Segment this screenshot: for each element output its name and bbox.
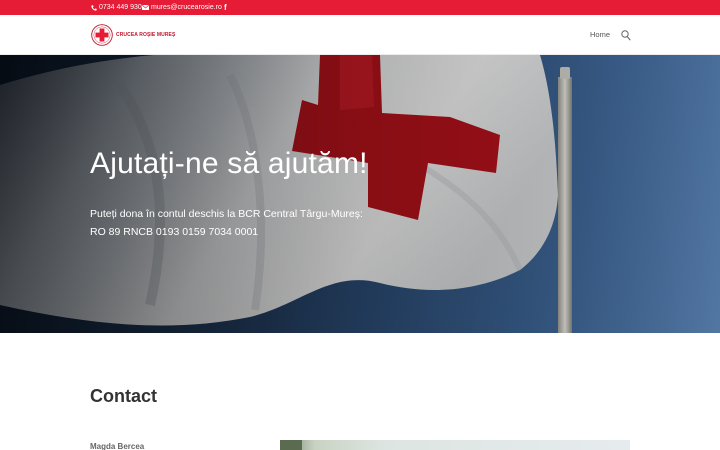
hero-banner: Ajutați-ne să ajutăm! Puteți dona în con…: [0, 55, 720, 333]
email-contact[interactable]: mures@crucearosie.ro: [142, 0, 222, 15]
search-icon[interactable]: [621, 30, 631, 41]
phone-contact[interactable]: 0734 449 930: [91, 0, 142, 15]
tree-shape: [280, 440, 302, 450]
phone-icon: [91, 4, 97, 11]
envelope-icon: [142, 5, 149, 10]
facebook-link[interactable]: f: [224, 0, 227, 15]
iban-number: RO 89 RNCB 0193 0159 7034 0001: [90, 226, 259, 238]
phone-number: 0734 449 930: [99, 4, 142, 11]
hero-title: Ajutați-ne să ajutăm!: [90, 147, 368, 180]
nav-home-link[interactable]: Home: [590, 30, 610, 40]
red-cross-flag-image: [0, 55, 720, 333]
logo-text: CRUCEA ROȘIE MUREȘ: [116, 32, 176, 38]
donation-text: Puteți dona în contul deschis la BCR Cen…: [90, 208, 363, 220]
top-bar: 0734 449 930 mures@crucearosie.ro f: [0, 0, 720, 15]
email-address: mures@crucearosie.ro: [151, 4, 222, 11]
contact-person-name: Magda Bercea: [90, 442, 145, 450]
contact-title: Contact: [90, 386, 157, 406]
facebook-icon: f: [224, 2, 227, 12]
contact-photo: [280, 440, 630, 450]
site-header: CRUCEA ROȘIE MUREȘ Home: [0, 15, 720, 55]
red-cross-emblem-icon: [91, 24, 113, 46]
site-logo[interactable]: CRUCEA ROȘIE MUREȘ: [91, 24, 175, 46]
